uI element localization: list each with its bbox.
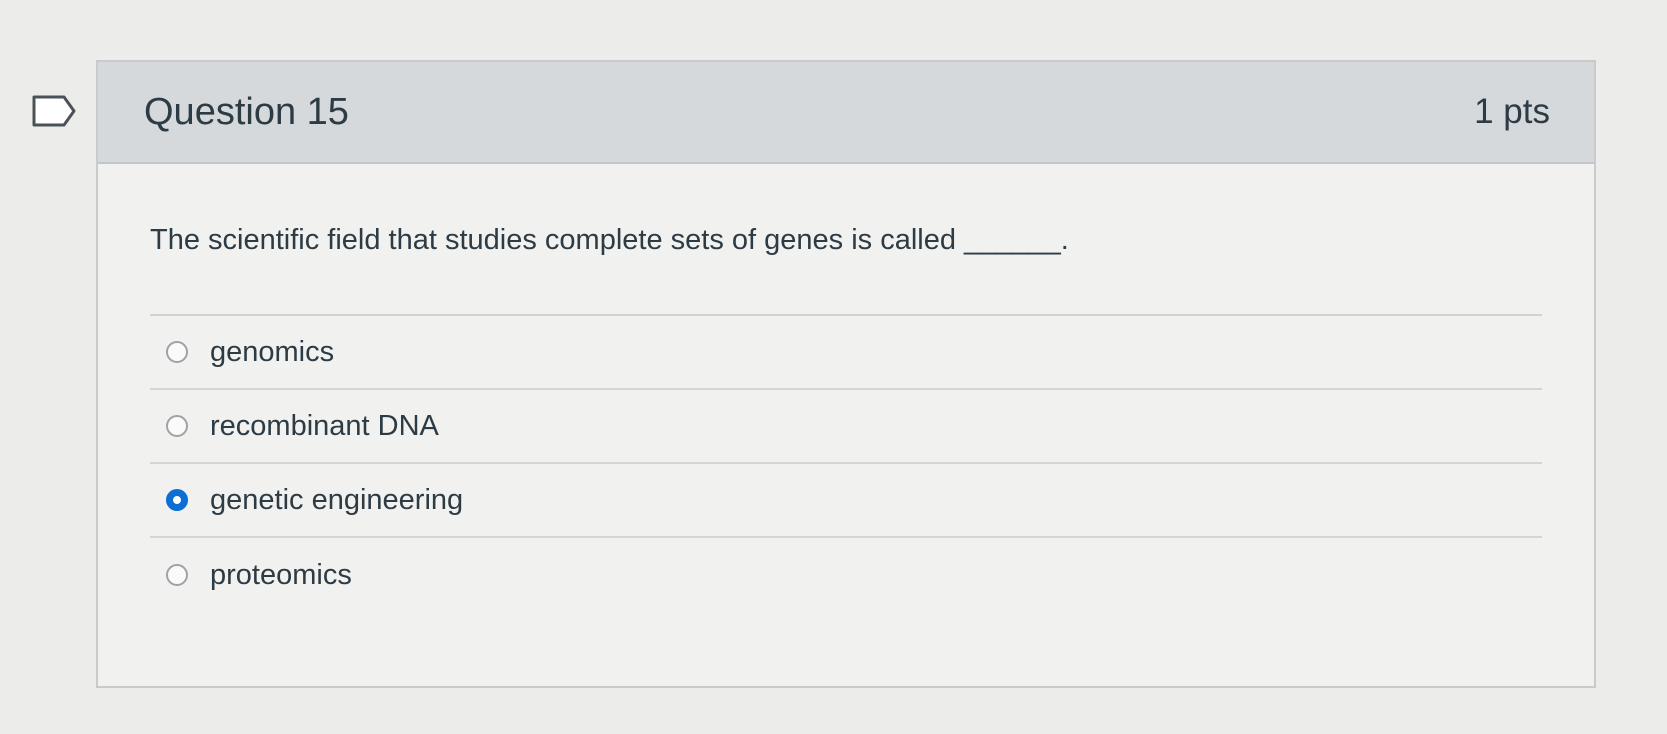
radio-button-selected[interactable] <box>166 489 188 511</box>
question-title: Question 15 <box>144 90 349 133</box>
answer-list: genomics recombinant DNA genetic enginee… <box>150 316 1542 612</box>
answer-label: genetic engineering <box>210 483 464 516</box>
answer-label: recombinant DNA <box>210 409 439 442</box>
radio-button[interactable] <box>166 341 188 363</box>
answer-option-genetic-engineering[interactable]: genetic engineering <box>150 464 1542 538</box>
question-card: Question 15 1 pts The scientific field t… <box>96 60 1596 688</box>
question-prompt: The scientific field that studies comple… <box>150 224 1542 316</box>
flag-question-icon[interactable] <box>30 93 80 129</box>
answer-option-proteomics[interactable]: proteomics <box>150 538 1542 612</box>
radio-button[interactable] <box>166 415 188 437</box>
radio-button[interactable] <box>166 564 188 586</box>
answer-option-recombinant-dna[interactable]: recombinant DNA <box>150 390 1542 464</box>
answer-label: proteomics <box>210 558 352 591</box>
question-body: The scientific field that studies comple… <box>98 164 1594 612</box>
question-header: Question 15 1 pts <box>98 62 1594 164</box>
question-points: 1 pts <box>1474 92 1550 131</box>
answer-option-genomics[interactable]: genomics <box>150 316 1542 390</box>
answer-label: genomics <box>210 335 335 368</box>
